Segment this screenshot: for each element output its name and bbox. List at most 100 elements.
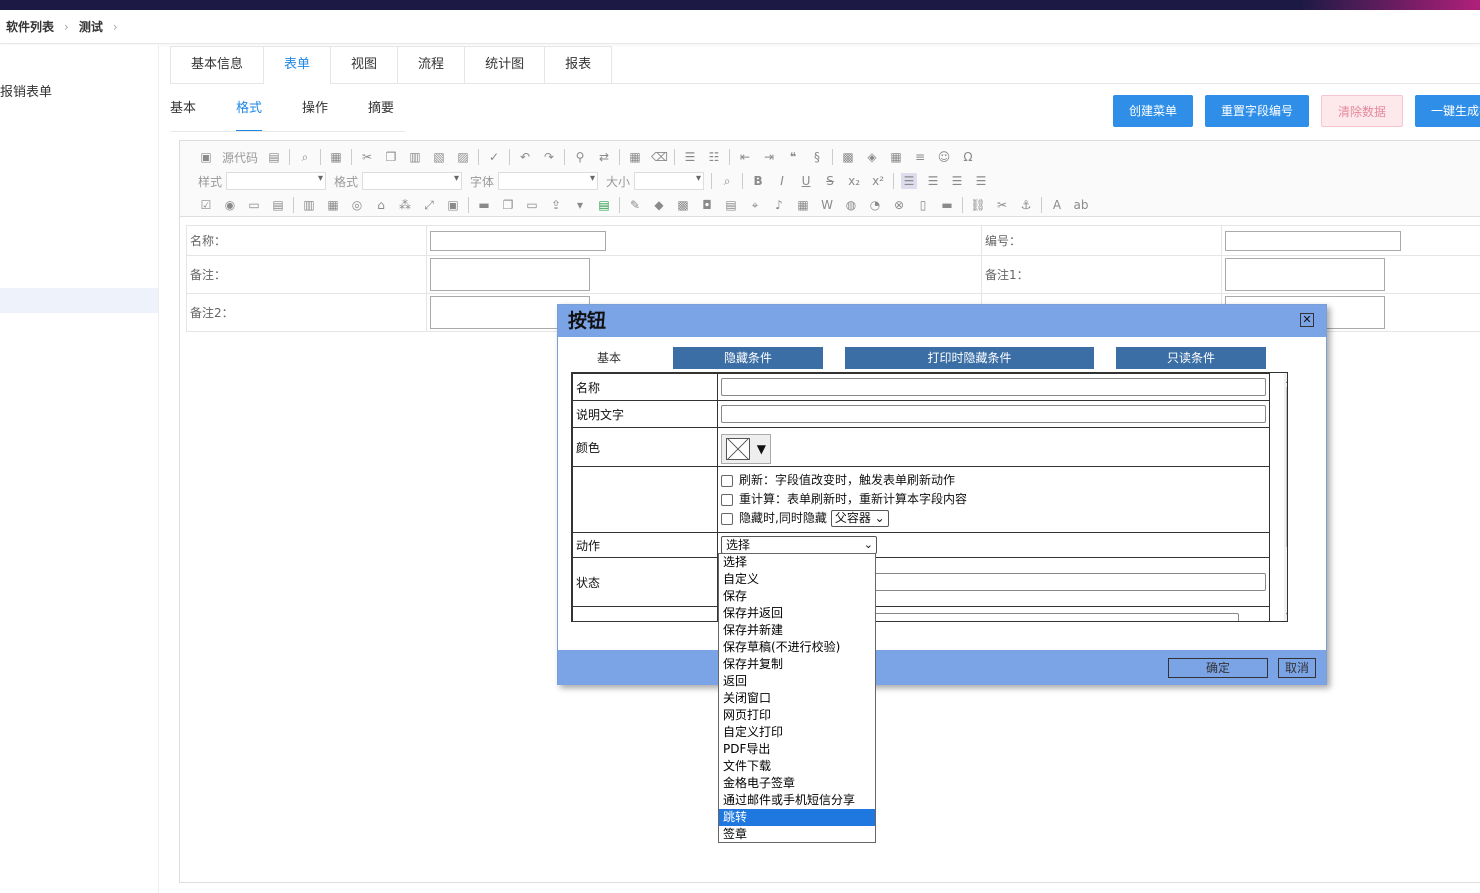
refresh-checkbox[interactable] bbox=[721, 474, 733, 487]
dropdown-option-selected[interactable]: 跳转 bbox=[719, 809, 875, 826]
expand-control-icon[interactable]: ⤢ bbox=[421, 197, 437, 213]
source-code-button[interactable]: 源代码 bbox=[222, 149, 258, 166]
dialog-tab-basic[interactable]: 基本 bbox=[568, 347, 650, 369]
recalc-checkbox[interactable] bbox=[721, 493, 733, 506]
dropdown-option[interactable]: 保存并新建 bbox=[719, 622, 875, 639]
smiley-icon[interactable]: ☺ bbox=[936, 149, 952, 165]
size-select[interactable] bbox=[634, 172, 705, 190]
subscript-icon[interactable]: x₂ bbox=[846, 173, 862, 189]
tab-flow[interactable]: 流程 bbox=[397, 46, 466, 84]
redo-icon[interactable]: ↷ bbox=[541, 149, 557, 165]
breadcrumb-software-list[interactable]: 软件列表 bbox=[6, 18, 54, 35]
replace-icon[interactable]: ⇄ bbox=[596, 149, 612, 165]
dropdown-option[interactable]: 金格电子签章 bbox=[719, 775, 875, 792]
save-icon[interactable]: ▤ bbox=[266, 149, 282, 165]
dialog-tab-readonly-condition[interactable]: 只读条件 bbox=[1116, 347, 1266, 369]
link-icon[interactable]: ⛓ bbox=[970, 197, 986, 213]
undo-icon[interactable]: ↶ bbox=[517, 149, 533, 165]
breadcrumb-test[interactable]: 测试 bbox=[79, 18, 103, 35]
subtab-summary[interactable]: 摘要 bbox=[368, 96, 394, 132]
tab-view[interactable]: 视图 bbox=[330, 46, 399, 84]
blockquote-icon[interactable]: ❝ bbox=[785, 149, 801, 165]
paste-word-icon[interactable]: ▨ bbox=[455, 149, 471, 165]
strikethrough-icon[interactable]: S bbox=[822, 173, 838, 189]
doc-control-icon[interactable]: ▤ bbox=[723, 197, 739, 213]
scroll-up-icon[interactable]: ▲ bbox=[1286, 375, 1287, 384]
numbered-list-icon[interactable]: ☰ bbox=[682, 149, 698, 165]
bank-control-icon[interactable]: ⌂ bbox=[373, 197, 389, 213]
note1-field[interactable] bbox=[1225, 258, 1385, 291]
list-control-icon[interactable]: ▥ bbox=[301, 197, 317, 213]
dropdown-option[interactable]: PDF导出 bbox=[719, 741, 875, 758]
generate-view-button[interactable]: 一键生成视 bbox=[1415, 95, 1480, 127]
hide-parent-checkbox[interactable] bbox=[721, 512, 733, 525]
image-icon[interactable]: ▩ bbox=[840, 149, 856, 165]
copy-control-icon[interactable]: ❐ bbox=[500, 197, 516, 213]
tab-report[interactable]: 报表 bbox=[544, 46, 613, 84]
color-picker-button[interactable]: ▼ bbox=[721, 433, 771, 464]
web-control-icon[interactable]: ◍ bbox=[843, 197, 859, 213]
sidebar-item-expense-form[interactable]: 报销表单 bbox=[0, 81, 52, 100]
scroll-down-icon[interactable]: ▼ bbox=[1286, 611, 1287, 620]
parent-container-select[interactable]: 父容器 ⌄ bbox=[830, 510, 889, 527]
qrcode-icon[interactable]: ▦ bbox=[795, 197, 811, 213]
stamp-control-icon[interactable]: ⊗ bbox=[891, 197, 907, 213]
flash-icon[interactable]: ◈ bbox=[864, 149, 880, 165]
map-control-icon[interactable]: ⌖ bbox=[747, 197, 763, 213]
special-char-icon[interactable]: Ω bbox=[960, 149, 976, 165]
eraser-icon[interactable]: ⌫ bbox=[651, 149, 668, 165]
anchor-icon[interactable]: ⚓ bbox=[1018, 197, 1034, 213]
format-select[interactable] bbox=[362, 172, 463, 190]
text-color-icon[interactable]: A bbox=[1049, 197, 1065, 213]
note-field[interactable] bbox=[430, 258, 590, 291]
dropdown-option[interactable]: 保存 bbox=[719, 588, 875, 605]
select-all-icon[interactable]: ▦ bbox=[627, 149, 643, 165]
find-icon[interactable]: ⚲ bbox=[572, 149, 588, 165]
green-form-icon[interactable]: ▤ bbox=[596, 197, 612, 213]
indent-icon[interactable]: ⇥ bbox=[761, 149, 777, 165]
copy-icon[interactable]: ❐ bbox=[383, 149, 399, 165]
outdent-icon[interactable]: ⇤ bbox=[737, 149, 753, 165]
italic-icon[interactable]: I bbox=[774, 173, 790, 189]
dropdown-option[interactable]: 关闭窗口 bbox=[719, 690, 875, 707]
underline-icon[interactable]: U bbox=[798, 173, 814, 189]
table-icon[interactable]: ▦ bbox=[888, 149, 904, 165]
textarea-control-icon[interactable]: ▤ bbox=[270, 197, 286, 213]
unlink-icon[interactable]: ✂ bbox=[994, 197, 1010, 213]
font-select[interactable] bbox=[498, 172, 599, 190]
subform-control-icon[interactable]: ▣ bbox=[445, 197, 461, 213]
macro-control-icon[interactable]: ◎ bbox=[349, 197, 365, 213]
folder-control-icon[interactable]: ▭ bbox=[524, 197, 540, 213]
subtab-format[interactable]: 格式 bbox=[236, 96, 263, 132]
reset-field-ids-button[interactable]: 重置字段编号 bbox=[1205, 95, 1310, 127]
button-desc-input[interactable] bbox=[721, 405, 1266, 423]
picture-control-icon[interactable]: ▩ bbox=[675, 197, 691, 213]
dropdown-option[interactable]: 保存并返回 bbox=[719, 605, 875, 622]
create-menu-button[interactable]: 创建菜单 bbox=[1113, 95, 1194, 127]
bg-color-icon[interactable]: ab bbox=[1073, 197, 1089, 213]
horizontal-rule-icon[interactable]: ≡ bbox=[912, 149, 928, 165]
tab-stats-chart[interactable]: 统计图 bbox=[464, 46, 546, 84]
align-center-icon[interactable]: ☰ bbox=[925, 173, 941, 189]
template-icon[interactable]: ▦ bbox=[328, 149, 344, 165]
style-select[interactable] bbox=[226, 172, 327, 190]
dropdown-option[interactable]: 自定义打印 bbox=[719, 724, 875, 741]
spellcheck-icon[interactable]: ✓ bbox=[486, 149, 502, 165]
checkbox-control-icon[interactable]: ☑ bbox=[198, 197, 214, 213]
chart-control-icon[interactable]: ◔ bbox=[867, 197, 883, 213]
name-field[interactable] bbox=[430, 230, 606, 251]
line-control-icon[interactable]: ▬ bbox=[476, 197, 492, 213]
paste-text-icon[interactable]: ▧ bbox=[431, 149, 447, 165]
dropdown-option[interactable]: 保存并复制 bbox=[719, 656, 875, 673]
button-name-input[interactable] bbox=[721, 378, 1266, 396]
dropdown-option[interactable]: 保存草稿(不进行校验) bbox=[719, 639, 875, 656]
clear-data-button[interactable]: 清除数据 bbox=[1321, 95, 1404, 127]
dropdown-option[interactable]: 返回 bbox=[719, 673, 875, 690]
dropdown-option[interactable]: 签章 bbox=[719, 826, 875, 843]
camera-control-icon[interactable]: ◘ bbox=[699, 197, 715, 213]
zoom-icon[interactable]: ⌕ bbox=[719, 173, 735, 189]
code-field[interactable] bbox=[1225, 230, 1401, 251]
cut-icon[interactable]: ✂ bbox=[359, 149, 375, 165]
close-icon[interactable]: ✕ bbox=[1300, 313, 1314, 327]
pen-control-icon[interactable]: ✎ bbox=[627, 197, 643, 213]
